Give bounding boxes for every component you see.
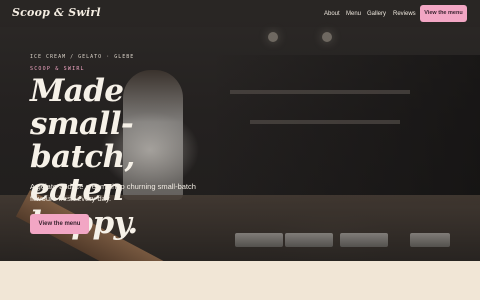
hero-photo-tray (285, 233, 333, 247)
hero-eyebrow: ICE CREAM / GELATO · GLEBE (30, 54, 135, 60)
nav-link-about[interactable]: About (324, 10, 340, 18)
hero-photo-lamp (322, 32, 332, 42)
nav-view-menu-button[interactable]: View the menu (420, 5, 467, 22)
nav-link-menu[interactable]: Menu (346, 10, 361, 18)
hero-brand-label: SCOOP & SWIRL (30, 66, 85, 72)
hero-photo-wall (210, 55, 480, 205)
top-navigation: Scoop & Swirl About Menu Gallery Reviews… (0, 0, 480, 27)
hero-photo-lamp (268, 32, 278, 42)
hero-photo-tray (340, 233, 388, 247)
hero-section: ICE CREAM / GELATO · GLEBE SCOOP & SWIRL… (0, 0, 480, 261)
hero-photo-shelf (250, 120, 400, 124)
nav-link-reviews[interactable]: Reviews (393, 10, 416, 18)
hero-photo-tray (235, 233, 283, 247)
site-logo[interactable]: Scoop & Swirl (12, 6, 101, 19)
view-menu-button[interactable]: View the menu (30, 214, 89, 234)
nav-link-gallery[interactable]: Gallery (367, 10, 386, 18)
hero-photo-tray (410, 233, 450, 247)
hero-photo-shelf (230, 90, 410, 94)
hero-subtext: A gelato and ice cream shop churning sma… (30, 182, 196, 203)
